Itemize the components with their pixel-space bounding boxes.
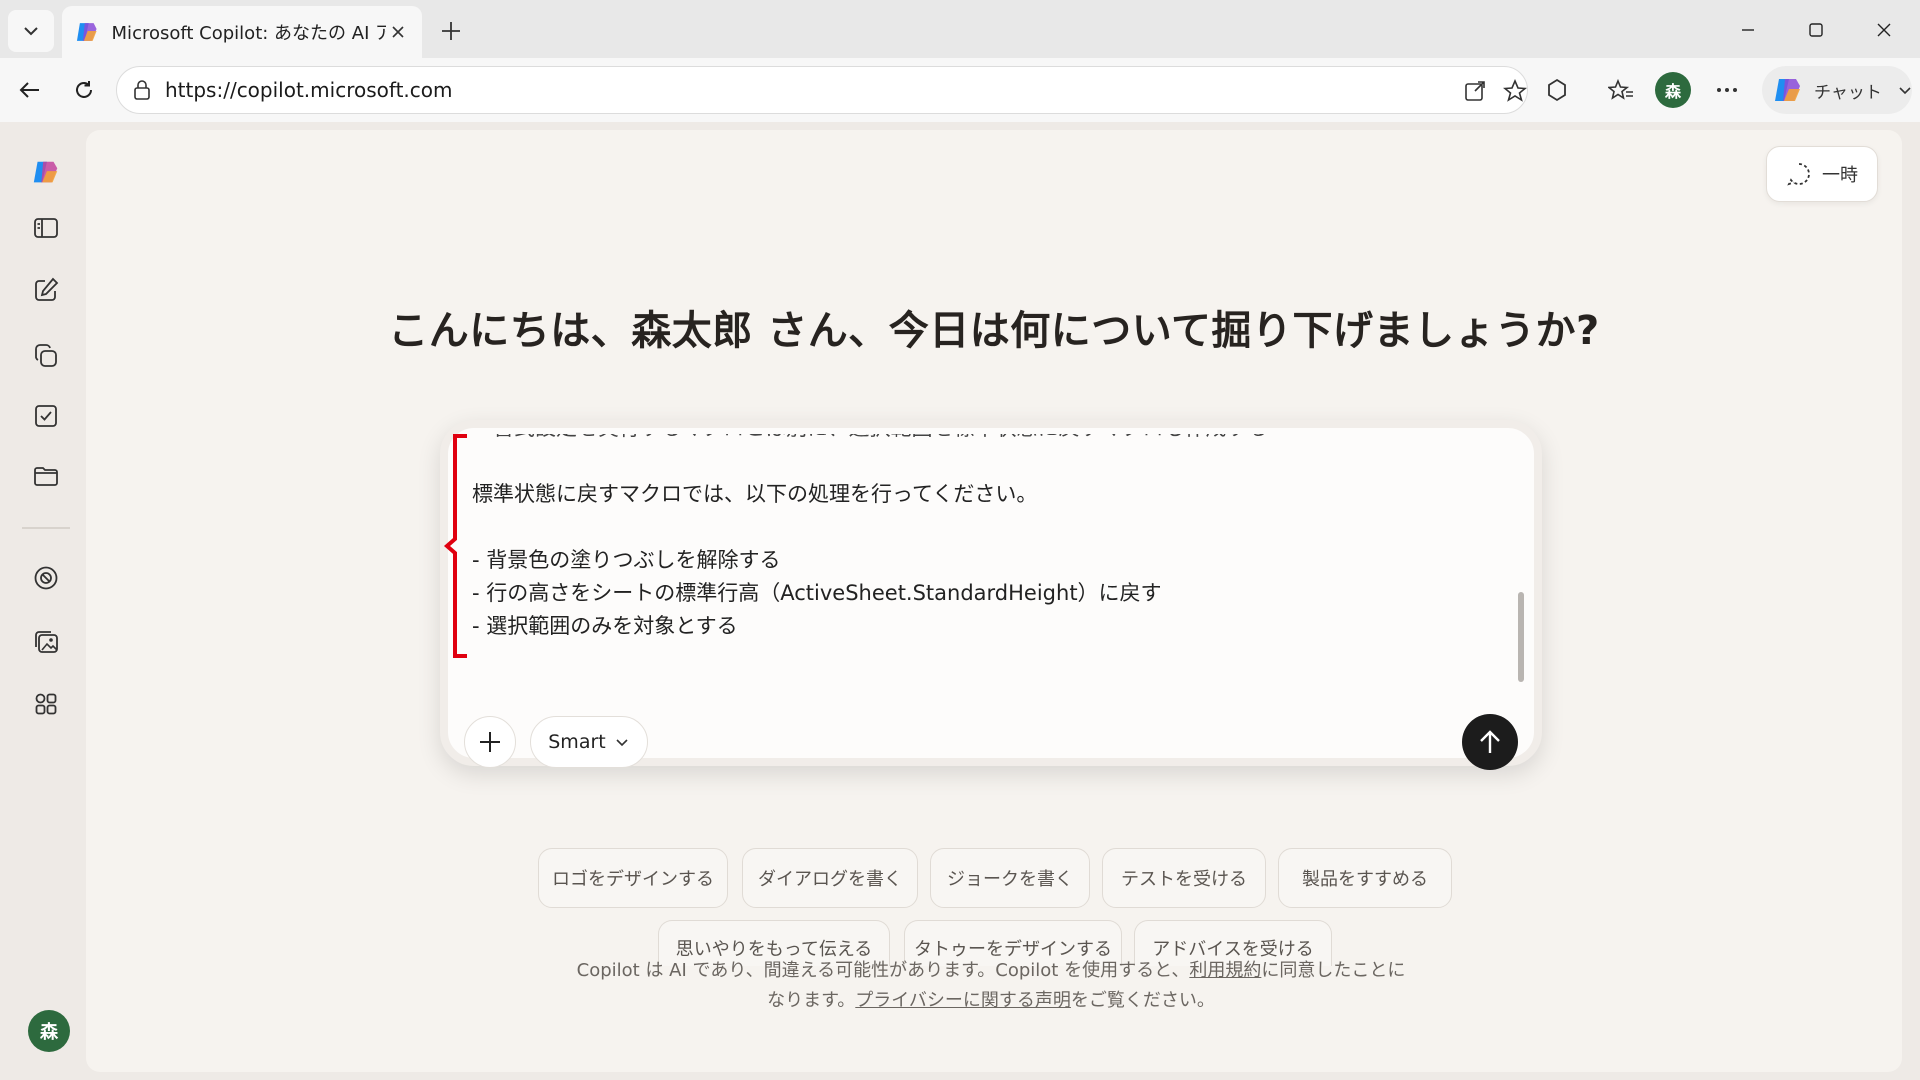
refresh-icon (76, 81, 92, 98)
apps-button[interactable] (22, 680, 70, 728)
disclaimer-text: なります。 (767, 990, 856, 1011)
minimize-button[interactable] (1720, 10, 1776, 50)
chevron-down-icon (24, 27, 38, 36)
page-area: 森 一時 こんにちは、森太郎 さん、今日は何について掘り下げましょうか? ・書式… (0, 122, 1920, 1080)
chevron-down-icon (1899, 87, 1911, 95)
extensions-button[interactable] (1536, 70, 1578, 110)
message-input[interactable]: ・書式設定を実行するマクロとは別に、選択範囲を標準状態に戻すマクロも作成する 標… (472, 434, 1512, 668)
mode-selector[interactable]: Smart (530, 716, 648, 768)
url-text: https://copilot.microsoft.com (165, 78, 453, 102)
checkbox-icon (35, 405, 57, 427)
copilot-home-button[interactable] (22, 148, 70, 196)
tasks-button[interactable] (22, 392, 70, 440)
mode-label: Smart (548, 731, 606, 753)
message-composer: ・書式設定を実行するマクロとは別に、選択範囲を標準状態に戻すマクロも作成する 標… (440, 420, 1542, 770)
back-arrow-icon (19, 82, 39, 98)
image-gallery-icon (35, 631, 58, 653)
temporary-chat-icon (1787, 163, 1810, 186)
library-icon (35, 344, 57, 367)
images-button[interactable] (22, 618, 70, 666)
favorites-icon (1608, 78, 1633, 100)
copilot-favicon-icon (76, 23, 97, 41)
compass-icon (34, 566, 58, 590)
favorites-button[interactable] (1600, 70, 1642, 110)
composer-line (472, 511, 1512, 544)
folder-button[interactable] (22, 452, 70, 500)
send-button[interactable] (1462, 714, 1518, 770)
suggestion-chip[interactable]: ロゴをデザインする (538, 848, 728, 908)
open-in-app-icon[interactable] (1457, 75, 1493, 107)
profile-avatar: 森 (1655, 72, 1691, 108)
minimize-icon (1742, 29, 1754, 31)
sidebar-divider (22, 527, 70, 529)
suggestion-chip[interactable]: テストを受ける (1102, 848, 1266, 908)
address-bar[interactable]: https://copilot.microsoft.com (116, 66, 1528, 114)
compose-icon (35, 277, 59, 301)
disclaimer: Copilot は AI であり、間違える可能性があります。Copilot を使… (440, 956, 1542, 1016)
main-content: 一時 こんにちは、森太郎 さん、今日は何について掘り下げましょうか? ・書式設定… (86, 130, 1902, 1072)
sidebar: 森 (0, 122, 86, 1080)
library-button[interactable] (22, 332, 70, 380)
back-button[interactable] (10, 70, 50, 110)
copilot-logo-icon (33, 161, 58, 183)
composer-line: - 選択範囲のみを対象とする (472, 614, 738, 638)
disclaimer-text: Copilot は AI であり、間違える可能性があります。Copilot を使… (576, 960, 1190, 981)
temporary-chat-button[interactable]: 一時 (1766, 146, 1878, 202)
sidebar-toggle-button[interactable] (22, 204, 70, 252)
terms-link[interactable]: 利用規約 (1189, 960, 1261, 981)
plus-icon (442, 22, 460, 40)
profile-button[interactable]: 森 (1652, 70, 1694, 110)
chat-label: チャット (1814, 82, 1882, 103)
copilot-chat-button[interactable]: チャット (1762, 66, 1912, 114)
new-tab-button[interactable] (432, 14, 470, 48)
disclaimer-line-2: なります。プライバシーに関する声明をご覧ください。 (440, 986, 1542, 1016)
suggestion-chip[interactable]: 製品をすすめる (1278, 848, 1452, 908)
folder-icon (34, 467, 58, 486)
composer-scrollbar[interactable] (1518, 592, 1524, 682)
maximize-button[interactable] (1788, 10, 1844, 50)
user-avatar[interactable]: 森 (28, 1010, 70, 1052)
more-options-button[interactable] (1706, 70, 1748, 110)
apps-grid-icon (35, 693, 57, 715)
sidebar-toggle-icon (34, 218, 58, 238)
disclaimer-line-1: Copilot は AI であり、間違える可能性があります。Copilot を使… (440, 956, 1542, 986)
temporary-chat-label: 一時 (1822, 165, 1858, 186)
tab-title: Microsoft Copilot: あなたの AI アシスタント (111, 23, 387, 44)
disclaimer-text: をご覧ください。 (1070, 990, 1215, 1011)
suggestion-chip[interactable]: ダイアログを書く (742, 848, 918, 908)
composer-line: - 背景色の塗りつぶしを解除する (472, 548, 781, 572)
discover-button[interactable] (22, 554, 70, 602)
copilot-logo-icon (1775, 79, 1800, 101)
privacy-link[interactable]: プライバシーに関する声明 (855, 990, 1071, 1011)
annotation-bracket (443, 434, 467, 658)
refresh-button[interactable] (64, 70, 104, 110)
tab-strip: Microsoft Copilot: あなたの AI アシスタント (0, 0, 1920, 58)
maximize-icon (1809, 23, 1823, 37)
disclaimer-text: に同意したことに (1261, 960, 1406, 981)
tab-list-button[interactable] (8, 10, 54, 52)
composer-line: 標準状態に戻すマクロでは、以下の処理を行ってください。 (472, 482, 1038, 506)
favorite-star-icon[interactable] (1497, 75, 1533, 107)
extensions-icon (1548, 78, 1566, 102)
chevron-down-icon (616, 739, 628, 747)
composer-line (472, 445, 1512, 478)
close-icon (1877, 23, 1891, 37)
plus-icon (480, 732, 500, 752)
lock-icon (134, 80, 150, 100)
active-tab[interactable]: Microsoft Copilot: あなたの AI アシスタント (62, 6, 422, 58)
arrow-up-icon (1480, 730, 1500, 753)
browser-toolbar: https://copilot.microsoft.com 森 チャット (0, 58, 1920, 122)
suggestion-chip[interactable]: ジョークを書く (930, 848, 1090, 908)
close-window-button[interactable] (1856, 10, 1912, 50)
attach-button[interactable] (464, 716, 516, 768)
composer-line: - 行の高さをシートの標準行高（ActiveSheet.StandardHeig… (472, 581, 1162, 605)
new-chat-button[interactable] (22, 266, 70, 314)
greeting-heading: こんにちは、森太郎 さん、今日は何について掘り下げましょうか? (388, 308, 1600, 354)
more-horizontal-icon (1717, 88, 1737, 92)
composer-line: ・書式設定を実行するマクロとは別に、選択範囲を標準状態に戻すマクロも作成する (472, 434, 1512, 445)
tab-close-icon[interactable] (386, 20, 410, 44)
